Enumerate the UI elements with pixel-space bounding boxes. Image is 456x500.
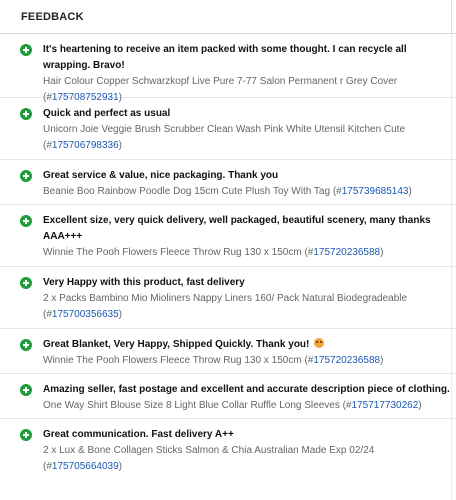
- feedback-item: One Way Shirt Blouse Size 8 Light Blue C…: [43, 398, 450, 414]
- item-id-prefix: (#: [342, 400, 352, 411]
- feedback-comment: Great communication. Fast delivery A++: [43, 429, 234, 440]
- feedback-comment: It's heartening to receive an item packe…: [43, 44, 407, 71]
- feedback-item: Beanie Boo Rainbow Poodle Dog 15cm Cute …: [43, 184, 450, 200]
- item-id-suffix: ): [118, 140, 122, 151]
- plus-circle-icon: [20, 384, 32, 396]
- item-id-prefix: (#: [304, 355, 314, 366]
- item-id-prefix: (#: [43, 309, 52, 320]
- item-id-suffix: ): [380, 355, 384, 366]
- item-title: Winnie The Pooh Flowers Fleece Throw Rug…: [43, 355, 302, 366]
- feedback-header: FEEDBACK: [0, 0, 456, 34]
- item-id-suffix: ): [380, 247, 384, 258]
- plus-circle-icon: [20, 277, 32, 289]
- feedback-row: Excellent size, very quick delivery, wel…: [0, 205, 456, 267]
- plus-circle-icon: [20, 215, 32, 227]
- feedback-row: Very Happy with this product, fast deliv…: [0, 267, 456, 329]
- item-title: Hair Colour Copper Schwarzkopf Live Pure…: [43, 76, 398, 87]
- item-id-prefix: (#: [332, 186, 342, 197]
- item-title: 2 x Packs Bambino Mio Mioliners Nappy Li…: [43, 293, 408, 304]
- feedback-list: It's heartening to receive an item packe…: [0, 34, 456, 481]
- feedback-panel: FEEDBACK It's heartening to receive an i…: [0, 0, 456, 500]
- item-id-suffix: ): [118, 309, 122, 320]
- item-id-suffix: ): [418, 400, 422, 411]
- item-id-prefix: (#: [43, 140, 52, 151]
- feedback-item: 2 x Lux & Bone Collagen Sticks Salmon & …: [43, 443, 450, 475]
- item-id-link[interactable]: 175700356635: [52, 309, 119, 320]
- plus-circle-icon: [20, 108, 32, 120]
- item-id-suffix: ): [118, 461, 122, 472]
- item-id-suffix: ): [408, 186, 412, 197]
- item-id-prefix: (#: [43, 461, 52, 472]
- feedback-item: Winnie The Pooh Flowers Fleece Throw Rug…: [43, 353, 450, 369]
- feedback-item: Unicorn Joie Veggie Brush Scrubber Clean…: [43, 122, 450, 154]
- item-title: One Way Shirt Blouse Size 8 Light Blue C…: [43, 400, 340, 411]
- feedback-row: Great service & value, nice packaging. T…: [0, 160, 456, 205]
- feedback-item: Winnie The Pooh Flowers Fleece Throw Rug…: [43, 245, 450, 261]
- plus-circle-icon: [20, 339, 32, 351]
- item-id-link[interactable]: 175720236588: [313, 247, 380, 258]
- feedback-comment-text: Great Blanket, Very Happy, Shipped Quick…: [43, 339, 310, 350]
- header-divider: [451, 0, 452, 34]
- feedback-row: Great Blanket, Very Happy, Shipped Quick…: [0, 329, 456, 374]
- item-id-link[interactable]: 175739685143: [342, 186, 409, 197]
- feedback-row: Amazing seller, fast postage and excelle…: [0, 374, 456, 419]
- feedback-title: FEEDBACK: [21, 10, 84, 23]
- plus-circle-icon: [20, 44, 32, 56]
- feedback-comment: Great service & value, nice packaging. T…: [43, 170, 279, 181]
- feedback-comment: Great Blanket, Very Happy, Shipped Quick…: [43, 337, 450, 353]
- item-title: Beanie Boo Rainbow Poodle Dog 15cm Cute …: [43, 186, 331, 197]
- plus-circle-icon: [20, 429, 32, 441]
- feedback-comment: Amazing seller, fast postage and excelle…: [43, 384, 450, 395]
- feedback-comment: Very Happy with this product, fast deliv…: [43, 277, 245, 288]
- feedback-row: It's heartening to receive an item packe…: [0, 34, 456, 103]
- item-title: Unicorn Joie Veggie Brush Scrubber Clean…: [43, 124, 406, 135]
- feedback-row: Quick and perfect as usual Unicorn Joie …: [0, 98, 456, 160]
- feedback-comment: Excellent size, very quick delivery, wel…: [43, 215, 431, 242]
- item-id-link[interactable]: 175717730262: [352, 400, 419, 411]
- plus-circle-icon: [20, 170, 32, 182]
- item-id-link[interactable]: 175706798336: [52, 140, 119, 151]
- feedback-comment: Quick and perfect as usual: [43, 108, 171, 119]
- item-id-prefix: (#: [304, 247, 314, 258]
- smiley-icon: [314, 338, 325, 348]
- feedback-row: Great communication. Fast delivery A++ 2…: [0, 419, 456, 481]
- item-title: 2 x Lux & Bone Collagen Sticks Salmon & …: [43, 445, 375, 456]
- item-title: Winnie The Pooh Flowers Fleece Throw Rug…: [43, 247, 302, 258]
- item-id-link[interactable]: 175720236588: [313, 355, 380, 366]
- feedback-item: 2 x Packs Bambino Mio Mioliners Nappy Li…: [43, 291, 450, 323]
- item-id-link[interactable]: 175705664039: [52, 461, 119, 472]
